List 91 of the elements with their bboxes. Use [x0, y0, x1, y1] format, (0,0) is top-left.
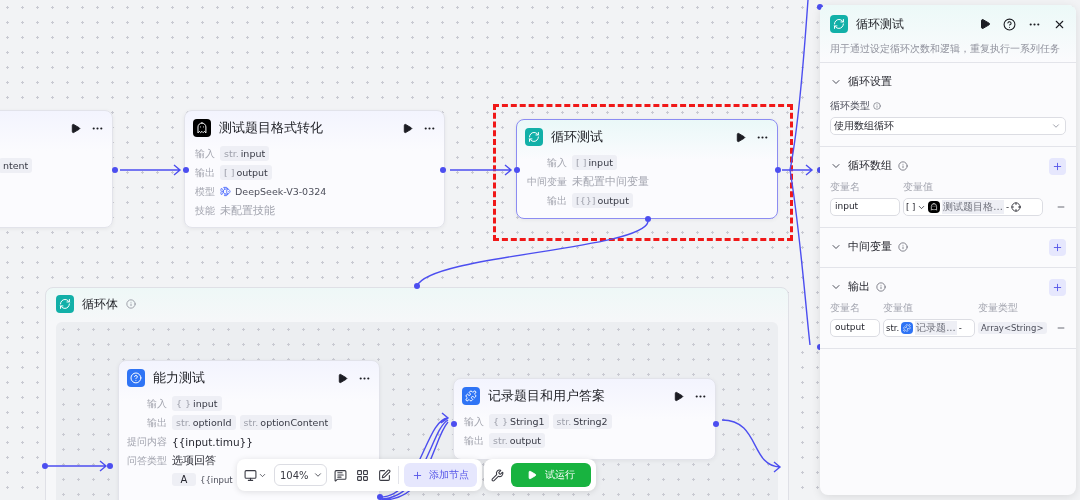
placeholder-text: 未配置技能	[220, 203, 275, 218]
node-title: 循环测试	[551, 128, 604, 146]
node-title: 测试题目格式转化	[219, 119, 324, 137]
chevron-icon	[1051, 121, 1061, 131]
field-label: 中间变量	[526, 174, 567, 189]
field-label: 输出	[546, 193, 567, 208]
model-name: DeepSeek-V3-0324	[235, 186, 327, 197]
section-title: 循环数组	[848, 159, 892, 173]
field-label: 输入	[463, 414, 484, 429]
node-card[interactable]: 记录题目和用户答案 输入 { } String1 str. String2 输出 str. output	[453, 378, 716, 460]
variable-name-field[interactable]: output	[830, 319, 880, 337]
panel-title: 循环测试	[856, 15, 905, 33]
type-tag: Array<String>	[978, 322, 1047, 334]
puzzle-icon	[462, 387, 480, 405]
variable-chip: ntent	[0, 158, 33, 173]
section-title: 中间变量	[848, 240, 892, 254]
field-label: 循环类型	[830, 99, 870, 113]
field-value: 选项回答	[172, 453, 216, 468]
play-icon[interactable]	[337, 372, 348, 384]
column-header: 变量值	[883, 301, 914, 315]
placeholder-text: 未配置中间变量	[572, 174, 649, 189]
option-key: A	[172, 473, 196, 486]
variable-value-select[interactable]: [ ] 测试题目格... -	[903, 198, 1043, 216]
column-header: 变量值	[903, 180, 934, 194]
wrench-button[interactable]	[489, 466, 506, 484]
play-icon[interactable]	[402, 122, 413, 134]
ghost-icon	[928, 201, 941, 213]
loop-icon	[525, 128, 543, 146]
monitor-icon	[244, 468, 257, 482]
section-title: 循环设置	[848, 75, 892, 89]
field-label: 模型	[194, 184, 215, 199]
play-icon[interactable]	[979, 18, 991, 30]
help-icon[interactable]	[1003, 17, 1016, 31]
field-label: 技能	[194, 203, 215, 218]
option-value: {{input	[200, 474, 233, 485]
loop-body-title: 循环体	[82, 295, 118, 313]
variable-chip: str. optionId	[172, 415, 236, 430]
variable-chip: [ ] output	[220, 165, 272, 180]
variable-name-field[interactable]: input	[830, 198, 900, 216]
node-title: 能力测试	[153, 369, 206, 387]
column-header: 变量名	[830, 180, 861, 194]
plus-icon	[1052, 241, 1063, 253]
question-icon	[127, 369, 145, 387]
loop-icon	[830, 15, 848, 33]
field-label: 问答类型	[127, 453, 167, 468]
add-button[interactable]	[1049, 238, 1066, 256]
play-icon[interactable]	[673, 390, 684, 402]
variable-chip: str. input	[220, 146, 270, 161]
variable-chip: str. String2	[552, 414, 612, 429]
field-label: 输入	[146, 396, 167, 411]
loop-icon	[56, 295, 74, 313]
add-button[interactable]	[1049, 157, 1066, 175]
info-icon	[126, 299, 136, 309]
variable-value-select[interactable]: str. 记录题... -	[883, 319, 975, 337]
field-label: 输入	[546, 155, 567, 170]
ghost-icon	[193, 119, 211, 137]
node-card[interactable]: 循环测试 输入 [ ] input 中间变量 未配置中间变量 输出 [{}] output	[516, 119, 778, 219]
zoom-select[interactable]: 104%	[274, 464, 327, 486]
column-header: 变量名	[830, 301, 861, 315]
variable-chip: str. optionContent	[239, 415, 333, 430]
add-button[interactable]	[1049, 278, 1066, 296]
field-label: 输出	[146, 415, 167, 430]
plus-icon	[1052, 160, 1063, 172]
play-icon[interactable]	[70, 122, 81, 134]
plus-icon	[1052, 281, 1063, 293]
puzzle-icon	[901, 322, 914, 334]
info-icon	[873, 102, 881, 110]
variable-chip: { } input	[172, 396, 222, 411]
variable-chip: { } String1	[489, 414, 549, 429]
plus-icon	[411, 469, 423, 481]
node-card[interactable]: 测试题目格式转化 输入 str. input 输出 [ ] output 模型 DeepSeek-V3-0324 技能 未配置技能	[184, 110, 445, 228]
panel-description: 用于通过设定循环次数和逻辑，重复执行一系列任务	[830, 42, 1061, 56]
variable-chip: [ ] input	[572, 155, 617, 170]
field-label: 输入	[194, 146, 215, 161]
play-icon	[527, 470, 537, 480]
add-node-button[interactable]: 添加节点	[403, 463, 477, 487]
whale-icon	[220, 186, 231, 197]
field-label: 输出	[194, 165, 215, 180]
field-label: 提问内容	[127, 434, 167, 449]
field-value: {{input.timu}}	[172, 435, 253, 448]
chevron-icon	[312, 470, 323, 480]
field-label: 输出	[463, 433, 484, 448]
column-header: 变量类型	[978, 301, 1019, 315]
play-icon[interactable]	[735, 131, 746, 143]
node-title: 记录题目和用户答案	[488, 387, 606, 405]
section-title: 输出	[848, 280, 870, 294]
node-card[interactable]: ntent	[0, 110, 113, 228]
target-icon[interactable]	[1010, 202, 1021, 212]
variable-chip: [{}] output	[572, 193, 633, 208]
variable-chip: str. output	[489, 433, 546, 448]
loop-type-select[interactable]: 使用数组循环	[830, 117, 1066, 135]
